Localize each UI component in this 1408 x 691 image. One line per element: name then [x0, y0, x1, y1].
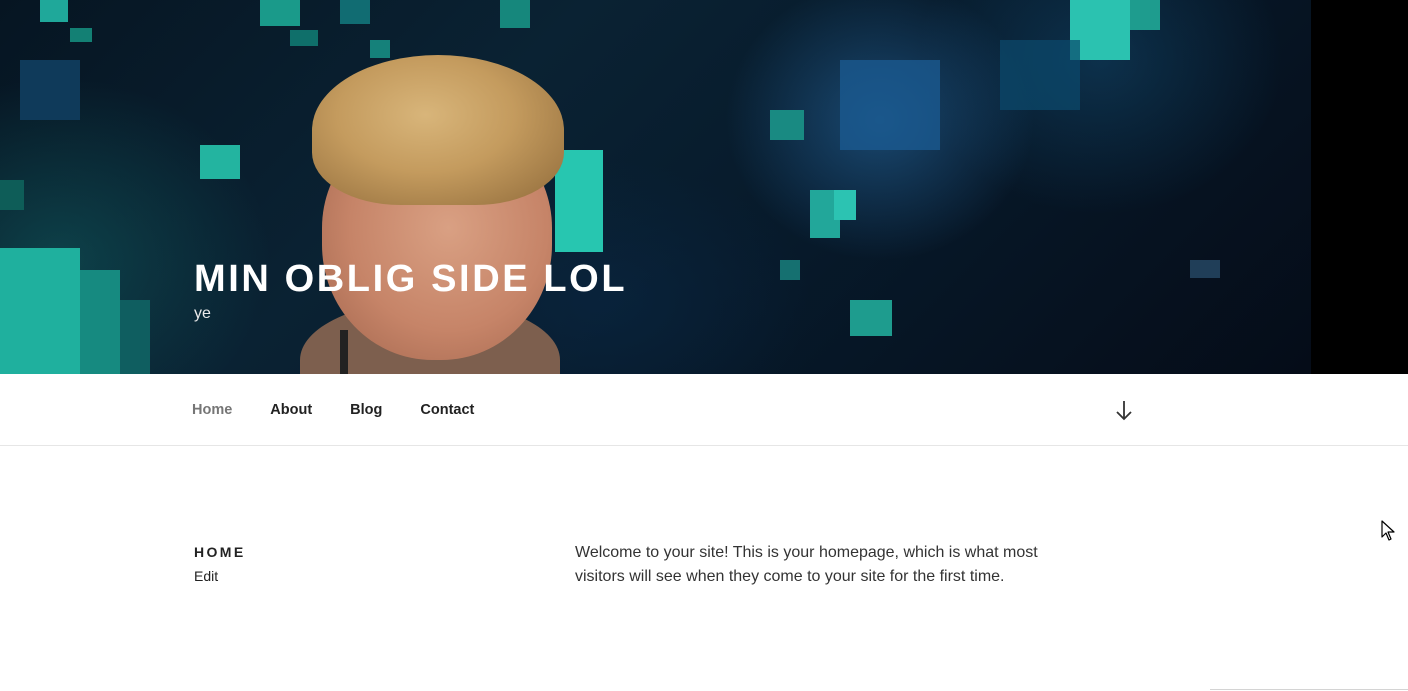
nav-item-home[interactable]: Home	[192, 402, 232, 418]
divider	[1210, 689, 1408, 690]
nav-item-about[interactable]: About	[270, 402, 312, 418]
entry-content: Welcome to your site! This is your homep…	[575, 541, 1075, 589]
mouse-cursor-icon	[1381, 520, 1397, 542]
person-hair	[312, 55, 564, 205]
site-description: ye	[194, 305, 211, 322]
primary-menu: Home About Blog Contact	[192, 374, 512, 446]
person-lanyard	[340, 330, 348, 374]
site-title-link[interactable]: MIN OBLIG SIDE LOL	[194, 258, 627, 300]
entry-paragraph: Welcome to your site! This is your homep…	[575, 544, 1038, 585]
entry-header: HOME Edit	[194, 543, 246, 585]
nav-item-contact[interactable]: Contact	[420, 402, 474, 418]
page-title: HOME	[194, 544, 246, 560]
nav-item-blog[interactable]: Blog	[350, 402, 382, 418]
main-navigation: Home About Blog Contact	[0, 374, 1408, 446]
arrow-down-icon[interactable]	[1114, 399, 1134, 421]
site-branding: MIN OBLIG SIDE LOL ye	[194, 258, 627, 324]
edit-link[interactable]: Edit	[194, 567, 246, 585]
site-header: MIN OBLIG SIDE LOL ye	[0, 0, 1408, 374]
